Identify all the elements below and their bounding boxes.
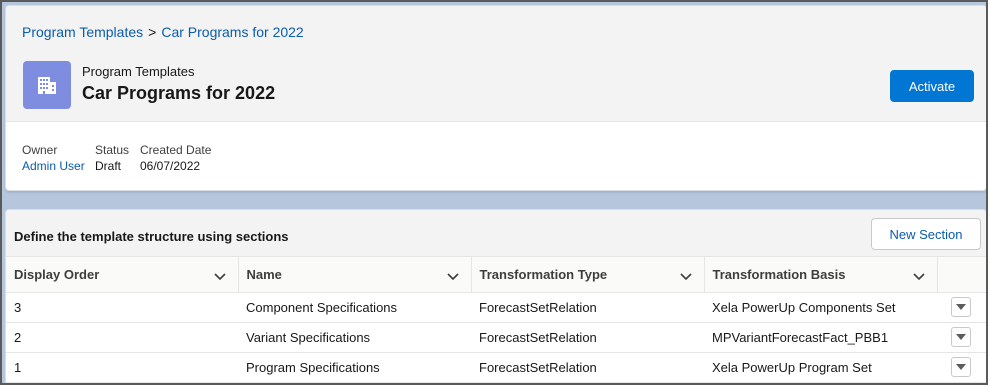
sections-table: Display Order Name Transformation Type T… bbox=[6, 257, 986, 383]
owner-field: Owner Admin User bbox=[22, 142, 85, 174]
breadcrumb: Program Templates > Car Programs for 2022 bbox=[22, 24, 304, 40]
cell-transformation-type: ForecastSetRelation bbox=[471, 292, 704, 323]
created-date-value: 06/07/2022 bbox=[140, 159, 201, 173]
status-field: Status Draft bbox=[95, 142, 129, 174]
breadcrumb-separator: > bbox=[148, 24, 157, 40]
cell-transformation-type: ForecastSetRelation bbox=[471, 322, 704, 353]
column-header-display-order[interactable]: Display Order bbox=[6, 257, 239, 293]
cell-row-actions bbox=[937, 292, 986, 323]
table-row: 3 Component Specifications ForecastSetRe… bbox=[6, 292, 986, 323]
sections-card: Define the template structure using sect… bbox=[5, 209, 986, 383]
column-header-label: Transformation Type bbox=[479, 266, 608, 282]
object-label: Program Templates bbox=[82, 64, 195, 79]
column-header-actions bbox=[937, 257, 986, 293]
sections-title: Define the template structure using sect… bbox=[14, 229, 289, 244]
column-header-label: Transformation Basis bbox=[712, 266, 846, 282]
sections-header: Define the template structure using sect… bbox=[6, 210, 986, 257]
record-header: Program Templates > Car Programs for 2022 bbox=[5, 5, 986, 191]
cell-display-order: 1 bbox=[6, 352, 238, 383]
status-value: Draft bbox=[95, 159, 122, 173]
cell-transformation-type: ForecastSetRelation bbox=[471, 352, 704, 383]
cell-name: Program Specifications bbox=[238, 352, 471, 383]
table-row: 2 Variant Specifications ForecastSetRela… bbox=[6, 322, 986, 353]
cell-transformation-basis: Xela PowerUp Components Set bbox=[704, 292, 937, 323]
table-row: 1 Program Specifications ForecastSetRela… bbox=[6, 352, 986, 383]
breadcrumb-link-current[interactable]: Car Programs for 2022 bbox=[161, 24, 303, 40]
cell-name: Variant Specifications bbox=[238, 322, 471, 353]
chevron-down-icon[interactable] bbox=[679, 269, 692, 284]
table-header-row: Display Order Name Transformation Type T… bbox=[6, 257, 986, 293]
column-header-label: Name bbox=[246, 266, 282, 282]
breadcrumb-link-program-templates[interactable]: Program Templates bbox=[22, 24, 143, 40]
cell-name: Component Specifications bbox=[238, 292, 471, 323]
status-label: Status bbox=[95, 143, 130, 157]
row-actions-dropdown-icon[interactable] bbox=[951, 327, 971, 347]
building-icon-glyph bbox=[38, 77, 56, 94]
cell-transformation-basis: Xela PowerUp Program Set bbox=[704, 352, 937, 383]
cell-row-actions bbox=[937, 352, 986, 383]
chevron-down-icon[interactable] bbox=[912, 269, 925, 284]
new-section-button[interactable]: New Section bbox=[871, 218, 981, 250]
app-frame: Program Templates > Car Programs for 2022 bbox=[0, 0, 988, 385]
record-title: Car Programs for 2022 bbox=[82, 83, 276, 103]
column-header-label: Display Order bbox=[14, 266, 100, 282]
chevron-down-icon[interactable] bbox=[213, 269, 226, 284]
chevron-down-icon[interactable] bbox=[446, 269, 459, 284]
owner-label: Owner bbox=[22, 143, 58, 157]
row-actions-dropdown-icon[interactable] bbox=[951, 357, 971, 377]
created-date-label: Created Date bbox=[140, 143, 212, 157]
building-icon bbox=[23, 61, 71, 109]
owner-link[interactable]: Admin User bbox=[22, 158, 85, 174]
cell-transformation-basis: MPVariantForecastFact_PBB1 bbox=[704, 322, 937, 353]
cell-row-actions bbox=[937, 322, 986, 353]
column-header-transformation-type[interactable]: Transformation Type bbox=[471, 257, 705, 293]
activate-button[interactable]: Activate bbox=[890, 70, 974, 102]
column-header-transformation-basis[interactable]: Transformation Basis bbox=[704, 257, 938, 293]
cell-display-order: 3 bbox=[6, 292, 238, 323]
cell-display-order: 2 bbox=[6, 322, 238, 353]
row-actions-dropdown-icon[interactable] bbox=[951, 297, 971, 317]
created-date-field: Created Date 06/07/2022 bbox=[140, 142, 211, 174]
column-header-name[interactable]: Name bbox=[238, 257, 472, 293]
record-header-top: Program Templates > Car Programs for 2022 bbox=[6, 6, 986, 122]
